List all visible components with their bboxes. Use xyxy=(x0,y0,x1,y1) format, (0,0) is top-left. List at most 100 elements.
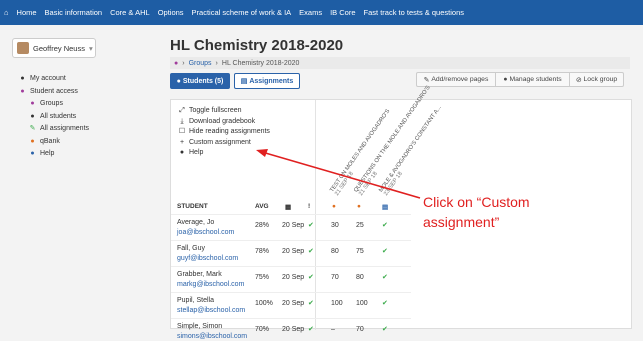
tab-students[interactable]: ● Students (5) xyxy=(170,73,230,89)
hide-reading-assignments-checkbox[interactable]: ☐ Hide reading assignments xyxy=(177,127,270,138)
menu-label: Hide reading assignments xyxy=(189,128,270,135)
nav-home[interactable]: Home xyxy=(17,8,37,17)
home-icon[interactable]: ⌂ xyxy=(4,8,9,17)
score-cell[interactable]: 75 xyxy=(356,248,364,255)
top-navbar: ⌂ Home Basic information Core & AHL Opti… xyxy=(0,0,643,25)
user-icon: ● xyxy=(503,76,508,83)
error-icon: ● xyxy=(357,203,361,210)
check-icon: ✔ xyxy=(308,222,314,229)
breadcrumb-separator: › xyxy=(215,59,218,67)
error-icon: ● xyxy=(332,203,336,210)
sidebar-item-label: My account xyxy=(30,75,66,82)
toggle-fullscreen-link[interactable]: ⤢ Toggle fullscreen xyxy=(177,106,270,117)
help-link[interactable]: ● Help xyxy=(177,148,270,159)
sidebar-item-all-students[interactable]: ● All students xyxy=(18,111,148,124)
student-email[interactable]: simons@ibschool.com xyxy=(177,333,247,340)
expand-icon: ⤢ xyxy=(179,107,185,114)
breadcrumb-groups[interactable]: Groups xyxy=(189,60,212,67)
table-header: STUDENT AVG ▦ ! ● ● ▤ xyxy=(177,203,407,211)
check-icon: ✔ xyxy=(382,274,388,281)
download-icon: ⤓ xyxy=(180,117,184,125)
nav-core-ahl[interactable]: Core & AHL xyxy=(110,8,150,17)
date-cell: 20 Sep xyxy=(282,300,305,307)
student-cell: Average, Jo joa@ibschool.com xyxy=(177,218,234,237)
menu-label: Help xyxy=(189,149,204,156)
score-cell[interactable]: 100 xyxy=(331,300,343,307)
column-header-flag[interactable]: ! xyxy=(308,203,310,210)
user-dropdown[interactable]: Geoffrey Neuss ▾ xyxy=(12,38,96,58)
manage-students-button[interactable]: ● Manage students xyxy=(496,72,570,87)
info-icon: ● xyxy=(30,150,35,157)
avg-cell: 70% xyxy=(255,326,270,333)
check-icon: ✔ xyxy=(308,248,314,255)
student-email[interactable]: joa@ibschool.com xyxy=(177,229,234,236)
tab-assignments[interactable]: ▤ Assignments xyxy=(234,73,300,89)
student-cell: Fall, Guy guyf@ibschool.com xyxy=(177,244,238,263)
info-icon: ● xyxy=(179,149,185,156)
student-name: Fall, Guy xyxy=(177,245,206,252)
student-cell: Grabber, Mark markg@ibschool.com xyxy=(177,270,244,289)
action-button-group: ✎ Add/remove pages ● Manage students ⊘ Lock… xyxy=(416,72,624,87)
student-email[interactable]: guyf@ibschool.com xyxy=(177,255,238,262)
users-icon: ● xyxy=(20,87,25,95)
nav-exams[interactable]: Exams xyxy=(299,8,322,17)
tab-label: Assignments xyxy=(249,77,294,85)
date-cell: 20 Sep xyxy=(282,248,305,255)
panel-menu: ⤢ Toggle fullscreen ⤓ Download gradebook ☐… xyxy=(177,106,270,159)
nav-practical[interactable]: Practical scheme of work & IA xyxy=(192,8,292,17)
user-icon: ● xyxy=(176,77,181,85)
document-icon: ▤ xyxy=(382,204,389,211)
sidebar-item-label: Student access xyxy=(30,87,78,95)
users-icon: ● xyxy=(174,59,179,67)
annotation-line: Click on “Custom xyxy=(423,194,530,210)
sidebar-item-qbank[interactable]: ● qBank xyxy=(18,136,148,149)
user-name: Geoffrey Neuss xyxy=(33,43,85,53)
student-name: Grabber, Mark xyxy=(177,271,222,278)
table-row: Average, Jo joa@ibschool.com 28% 20 Sep ✔… xyxy=(171,214,411,238)
check-icon: ✔ xyxy=(382,222,388,229)
score-cell[interactable]: 25 xyxy=(356,222,364,229)
nav-ib-core[interactable]: IB Core xyxy=(330,8,355,17)
calendar-icon[interactable]: ▦ xyxy=(285,203,291,211)
score-cell[interactable]: 80 xyxy=(356,274,364,281)
pencil-icon: ✎ xyxy=(29,125,36,132)
check-icon: ✔ xyxy=(382,300,388,307)
nav-fast-track[interactable]: Fast track to tests & questions xyxy=(364,8,464,17)
users-icon: ● xyxy=(30,100,35,107)
q-icon: ● xyxy=(30,137,35,145)
column-header-student[interactable]: STUDENT xyxy=(177,203,208,210)
main-content: HL Chemistry 2018-2020 ● › Groups › HL C… xyxy=(152,25,643,340)
sidebar-item-help[interactable]: ● Help xyxy=(18,148,148,161)
user-icon: ● xyxy=(20,75,25,82)
side-menu: ● My account ● Student access ● Groups ● All… xyxy=(18,73,148,161)
annotation-line: assignment” xyxy=(423,214,500,230)
score-cell[interactable]: 70 xyxy=(331,274,339,281)
avatar xyxy=(17,42,29,54)
document-icon: ▤ xyxy=(240,78,248,85)
nav-options[interactable]: Options xyxy=(158,8,184,17)
sidebar-item-label: Help xyxy=(40,150,55,157)
score-cell[interactable]: 80 xyxy=(331,248,339,255)
nav-basic-information[interactable]: Basic information xyxy=(45,8,103,17)
score-cell[interactable]: 30 xyxy=(331,222,339,229)
custom-assignment-link[interactable]: + Custom assignment xyxy=(177,138,270,149)
menu-label: Toggle fullscreen xyxy=(189,107,242,114)
table-row: Fall, Guy guyf@ibschool.com 78% 20 Sep ✔ … xyxy=(171,240,411,264)
download-gradebook-link[interactable]: ⤓ Download gradebook xyxy=(177,117,270,128)
sidebar-item-all-assignments[interactable]: ✎ All assignments xyxy=(18,123,148,136)
button-label: Manage students xyxy=(509,76,562,83)
student-cell: Pupil, Stella stellap@ibschool.com xyxy=(177,296,245,315)
score-cell[interactable]: – xyxy=(331,326,335,333)
sidebar-item-student-access[interactable]: ● Student access xyxy=(18,86,148,99)
student-email[interactable]: markg@ibschool.com xyxy=(177,281,244,288)
score-cell[interactable]: 70 xyxy=(356,326,364,333)
avg-cell: 100% xyxy=(255,300,273,307)
breadcrumb-separator: › xyxy=(182,59,185,67)
student-email[interactable]: stellap@ibschool.com xyxy=(177,307,245,314)
sidebar-item-my-account[interactable]: ● My account xyxy=(18,73,148,86)
lock-group-button[interactable]: ⊘ Lock group xyxy=(570,72,624,87)
menu-label: Custom assignment xyxy=(189,138,251,146)
score-cell[interactable]: 100 xyxy=(356,300,368,307)
sidebar-item-groups[interactable]: ● Groups xyxy=(18,98,148,111)
column-header-avg[interactable]: AVG xyxy=(255,203,269,210)
